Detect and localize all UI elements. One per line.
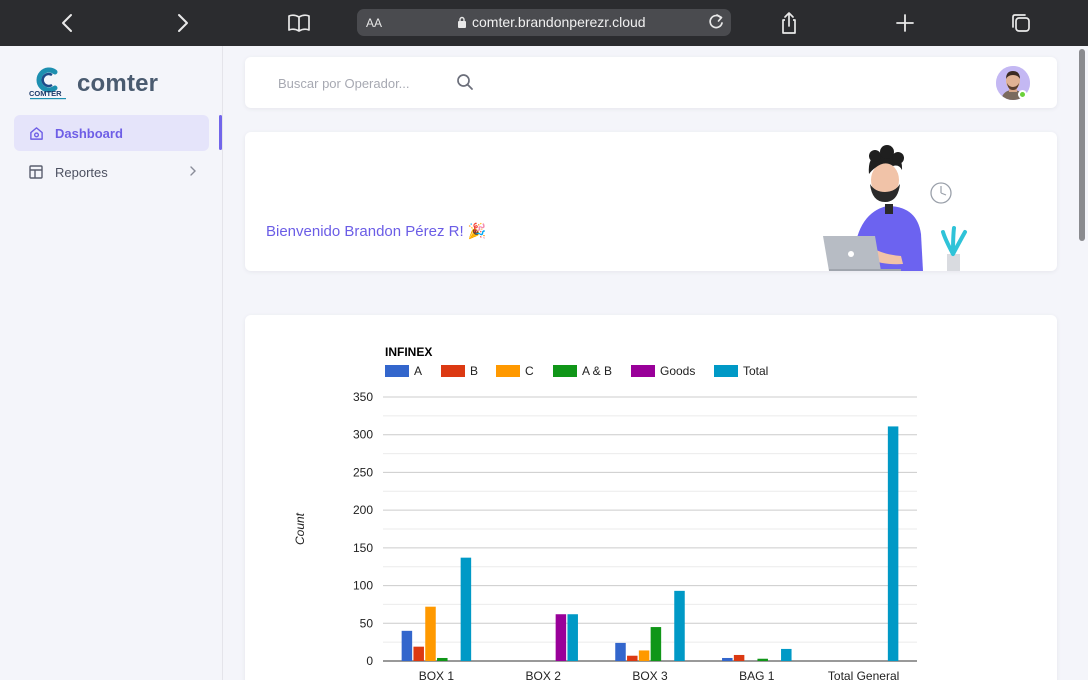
top-search-bar: Buscar por Operador... — [245, 57, 1057, 108]
comter-logo-mark: COMTER — [28, 66, 70, 102]
bar[interactable] — [887, 426, 899, 661]
bookmarks-icon[interactable] — [284, 8, 314, 38]
bar[interactable] — [781, 648, 792, 661]
chevron-right-icon — [189, 165, 197, 180]
chart-title: INFINEX — [385, 345, 432, 359]
url-text: comter.brandonperezr.cloud — [472, 14, 646, 30]
bar[interactable] — [627, 655, 638, 661]
y-tick-label: 250 — [353, 465, 373, 479]
bar[interactable] — [437, 657, 448, 661]
legend-swatch — [631, 365, 655, 377]
bar[interactable] — [733, 654, 745, 661]
bar[interactable] — [757, 658, 768, 661]
new-tab-icon[interactable] — [890, 8, 920, 38]
home-icon — [28, 125, 44, 141]
legend-item[interactable]: B — [441, 364, 478, 378]
legend-label: A & B — [582, 364, 612, 378]
legend-label: B — [470, 364, 478, 378]
y-tick-label: 0 — [366, 654, 373, 668]
y-tick-label: 300 — [353, 428, 373, 442]
x-tick-label: BOX 3 — [632, 669, 668, 680]
back-icon[interactable] — [52, 8, 82, 38]
legend-swatch — [714, 365, 738, 377]
bar[interactable] — [650, 627, 662, 661]
tabs-overview-icon[interactable] — [1006, 8, 1036, 38]
reader-text-size-button[interactable]: AA — [366, 16, 382, 30]
x-tick-label: BOX 2 — [526, 669, 562, 680]
welcome-message: Bienvenido Brandon Pérez R! 🎉 — [266, 223, 487, 240]
legend-swatch — [553, 365, 577, 377]
bar[interactable] — [722, 657, 733, 661]
chart-card: INFINEX A B C A & B Goods Total 0 50 100 150 200 2… — [245, 315, 1057, 680]
share-icon[interactable] — [774, 8, 804, 38]
legend-label: A — [414, 364, 422, 378]
y-tick-label: 100 — [353, 579, 373, 593]
bar[interactable] — [555, 614, 567, 661]
y-tick-label: 200 — [353, 503, 373, 517]
search-input[interactable]: Buscar por Operador... — [278, 76, 410, 91]
forward-icon[interactable] — [168, 8, 198, 38]
legend-item[interactable]: C — [496, 364, 534, 378]
legend-item[interactable]: Total — [714, 364, 768, 378]
legend-label: Total — [743, 364, 768, 378]
legend-item[interactable]: A & B — [553, 364, 612, 378]
x-tick-label: Total General — [828, 669, 899, 680]
x-tick-label: BOX 1 — [419, 669, 455, 680]
bar[interactable] — [413, 646, 424, 661]
bar[interactable] — [460, 557, 472, 661]
legend-item[interactable]: A — [385, 364, 422, 378]
legend-swatch — [496, 365, 520, 377]
reload-icon[interactable] — [706, 12, 726, 37]
brand-name: comter — [77, 70, 159, 97]
welcome-card: Bienvenido Brandon Pérez R! 🎉 — [245, 132, 1057, 271]
x-tick-label: BAG 1 — [739, 669, 775, 680]
bar[interactable] — [615, 642, 626, 661]
brand-logo[interactable]: COMTER comter — [28, 66, 158, 102]
lock-icon — [458, 16, 466, 28]
layout-icon — [28, 164, 44, 180]
sidebar-item-reportes[interactable]: Reportes — [14, 154, 209, 190]
bar[interactable] — [425, 606, 436, 661]
bar[interactable] — [674, 590, 685, 661]
legend-swatch — [441, 365, 465, 377]
browser-toolbar: AA comter.brandonperezr.cloud — [0, 0, 1088, 46]
bar[interactable] — [567, 614, 578, 661]
legend-label: Goods — [660, 364, 695, 378]
sidebar-item-label: Dashboard — [55, 125, 123, 141]
legend-swatch — [385, 365, 409, 377]
online-status-indicator — [1018, 90, 1027, 99]
y-tick-label: 150 — [353, 541, 373, 555]
sidebar: COMTER comter Dashboard Reportes — [0, 46, 223, 680]
y-tick-label: 50 — [360, 616, 374, 630]
sidebar-item-dashboard[interactable]: Dashboard — [14, 115, 209, 151]
legend-item[interactable]: Goods — [631, 364, 695, 378]
y-axis-label: Count — [293, 512, 307, 545]
search-icon[interactable] — [456, 73, 474, 96]
bar[interactable] — [638, 650, 650, 661]
developer-illustration — [815, 144, 985, 271]
legend-label: C — [525, 364, 534, 378]
page-scrollbar[interactable] — [1079, 49, 1085, 241]
active-indicator — [219, 115, 222, 150]
infinex-bar-chart: INFINEX A B C A & B Goods Total 0 50 100 150 200 2… — [293, 345, 917, 680]
bar[interactable] — [401, 630, 413, 661]
logo-mark-text: COMTER — [29, 89, 62, 98]
y-tick-label: 350 — [353, 390, 373, 404]
address-bar[interactable]: AA comter.brandonperezr.cloud — [357, 9, 731, 36]
sidebar-item-label: Reportes — [55, 164, 108, 180]
